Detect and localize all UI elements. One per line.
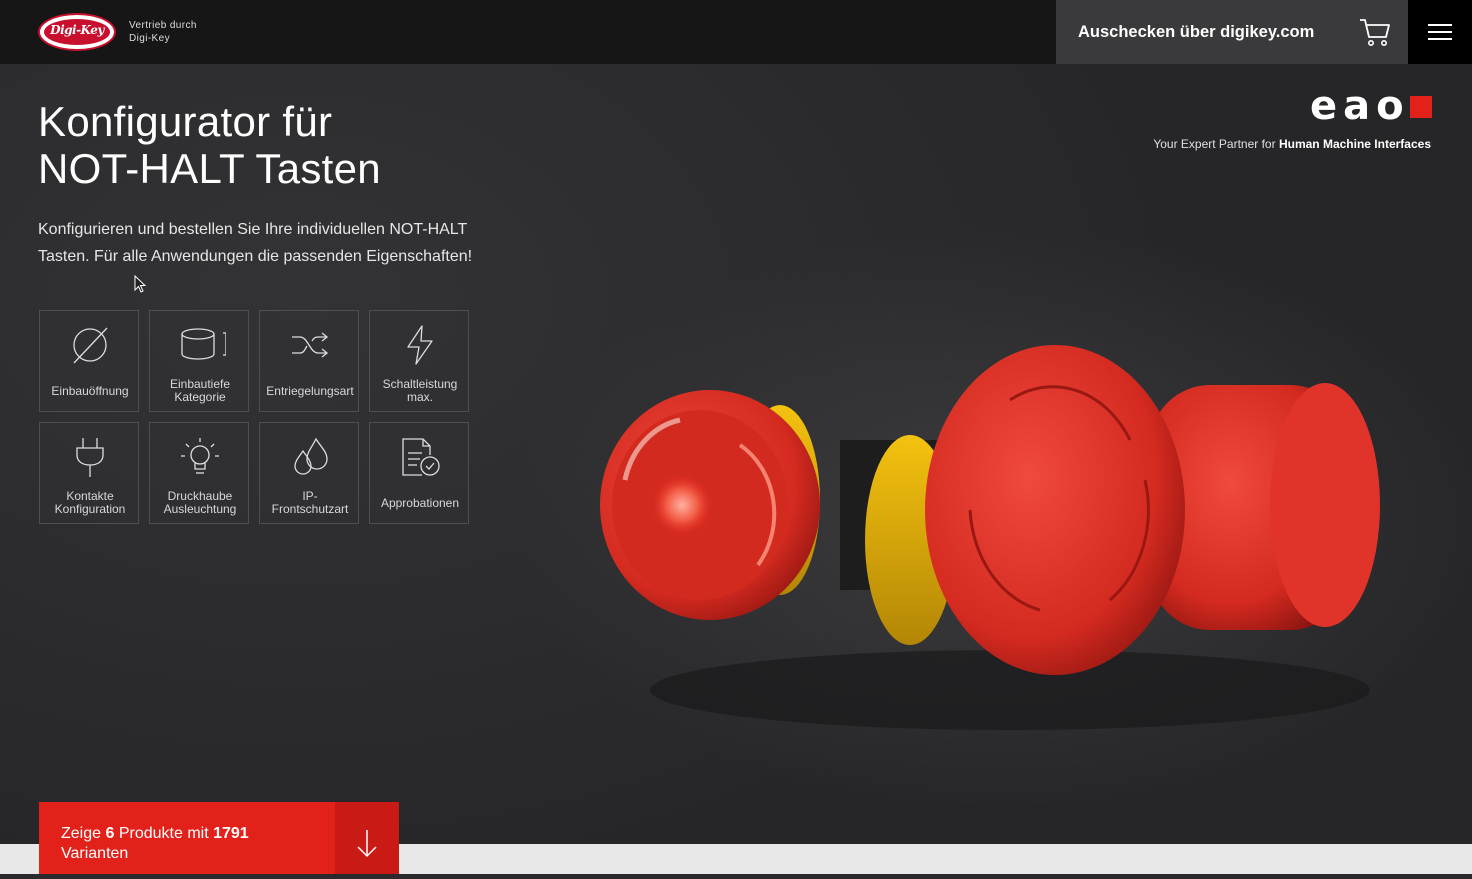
filter-label: Einbautiefe Kategorie: [169, 377, 231, 404]
filter-label: Druckhaube Ausleuchtung: [163, 489, 237, 516]
filter-kontakte[interactable]: Kontakte Konfiguration: [39, 422, 139, 524]
mouse-cursor-icon: [134, 275, 147, 293]
cart-icon: [1360, 19, 1390, 46]
hamburger-icon: [1428, 24, 1452, 26]
filter-druckhaube[interactable]: Druckhaube Ausleuchtung: [149, 422, 249, 524]
arrow-down-icon: [357, 830, 377, 858]
digikey-logo-text: Digi-Key: [50, 23, 104, 37]
checkout-button[interactable]: Auschecken über digikey.com: [1056, 0, 1408, 64]
filter-entriegelungsart[interactable]: Entriegelungsart: [259, 310, 359, 412]
eao-logo-square: [1410, 96, 1432, 118]
diameter-icon: [73, 327, 108, 364]
filter-ip-frontschutzart[interactable]: IP- Frontschutzart: [259, 422, 359, 524]
filter-approbationen[interactable]: Approbationen: [369, 422, 469, 524]
filter-label: Kontakte Konfiguration: [54, 489, 126, 516]
page-title: Konfigurator für NOT-HALT Tasten: [38, 98, 381, 192]
product-count: 6: [105, 825, 115, 842]
distributor-note: Vertrieb durch Digi-Key: [129, 20, 197, 44]
checkout-label: Auschecken über digikey.com: [1078, 22, 1315, 41]
filter-einbauoeffnung[interactable]: Einbauöffnung: [39, 310, 139, 412]
certificate-icon: [402, 438, 440, 476]
plug-icon: [76, 438, 104, 477]
lightning-icon: [407, 325, 433, 365]
filter-label: Schaltleistung max.: [382, 377, 458, 404]
show-products-button[interactable]: Zeige 6 Produkte mit 1791 Varianten: [39, 802, 399, 874]
bulb-icon: [181, 438, 219, 474]
filter-schaltleistung[interactable]: Schaltleistung max.: [369, 310, 469, 412]
emergency-stop-buttons-image: [600, 345, 1380, 730]
intro-text: Konfigurieren und bestellen Sie Ihre ind…: [38, 221, 473, 265]
digikey-logo[interactable]: Digi-Key: [38, 13, 116, 51]
top-bar: Digi-Key Vertrieb durch Digi-Key Auschec…: [0, 0, 1472, 64]
result-summary: Zeige 6 Produkte mit 1791 Varianten: [61, 825, 249, 862]
filter-label: Approbationen: [380, 496, 460, 510]
variant-count: 1791: [213, 825, 249, 842]
filter-label: Einbauöffnung: [51, 384, 129, 398]
shuffle-icon: [292, 332, 329, 358]
brand-tagline: Your Expert Partner for Human Machine In…: [1153, 137, 1431, 151]
water-drops-icon: [294, 437, 328, 475]
cylinder-depth-icon: [181, 328, 226, 360]
filter-einbautiefe[interactable]: Einbautiefe Kategorie: [149, 310, 249, 412]
filter-label: Entriegelungsart: [266, 384, 354, 398]
scroll-down-button[interactable]: [335, 802, 399, 874]
eao-logo[interactable]: eao: [1310, 84, 1410, 128]
filter-label: IP- Frontschutzart: [271, 489, 349, 516]
menu-button[interactable]: [1408, 0, 1472, 64]
